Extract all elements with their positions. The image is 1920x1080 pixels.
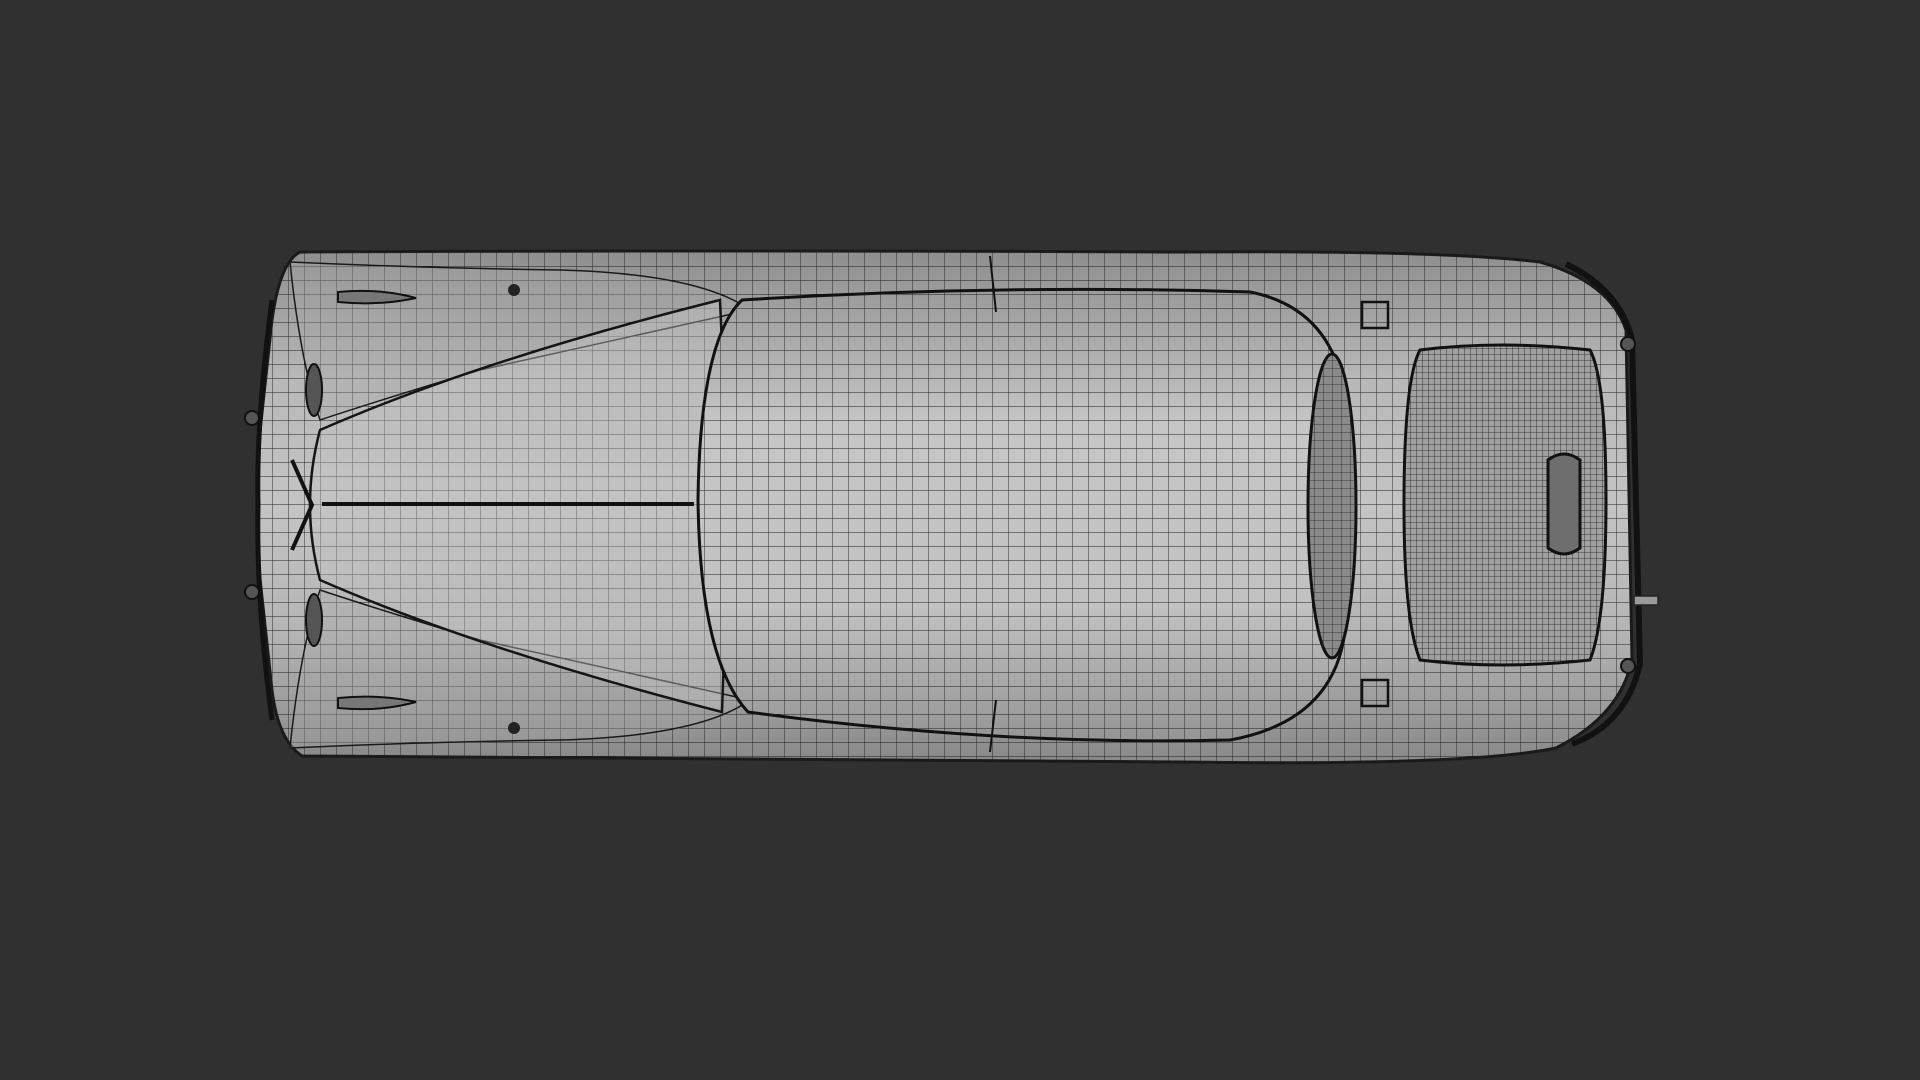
- mirror-right: [508, 722, 520, 734]
- car-model[interactable]: [244, 240, 1659, 780]
- 3d-viewport[interactable]: [0, 0, 1920, 1080]
- rear-bumper-guard-top: [1620, 336, 1636, 352]
- headlight-left: [305, 363, 323, 417]
- front-bumper-guard-bottom: [244, 584, 260, 600]
- rear-window-wireframe: [1308, 354, 1356, 658]
- roof-wireframe-overlay: [698, 289, 1348, 741]
- rear-bumper-guard-bottom: [1620, 658, 1636, 674]
- front-bumper-guard-top: [244, 410, 260, 426]
- mirror-left: [508, 284, 520, 296]
- viewport-canvas[interactable]: [0, 0, 1920, 1080]
- exhaust-pipe: [1633, 595, 1659, 606]
- trunk-handle: [1546, 452, 1582, 556]
- headlight-right: [305, 593, 323, 647]
